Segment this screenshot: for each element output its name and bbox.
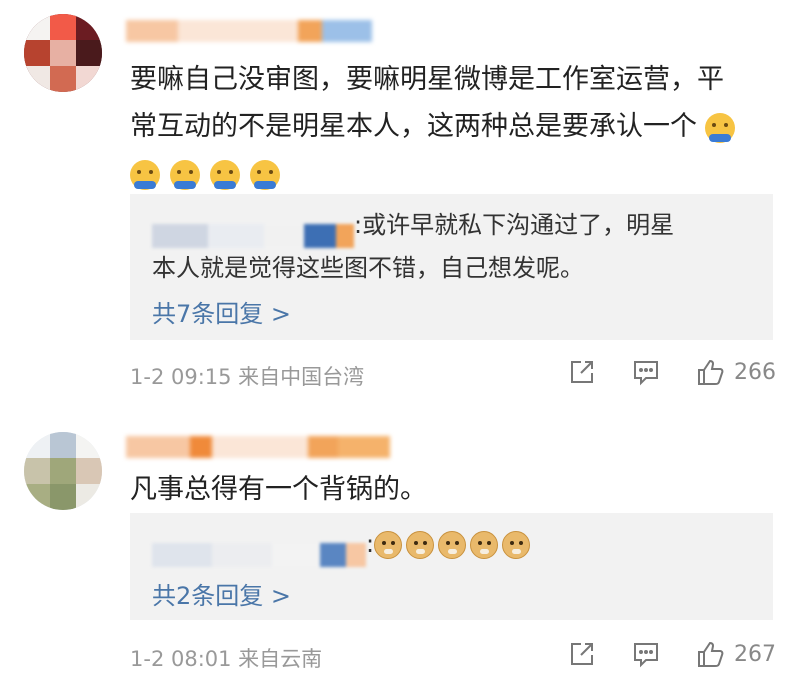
username-masked[interactable] bbox=[126, 436, 390, 458]
like-icon bbox=[698, 641, 724, 667]
share-button[interactable] bbox=[568, 640, 596, 668]
doge-emoji bbox=[502, 531, 531, 559]
comment-text: 凡事总得有一个背锅的。 bbox=[130, 474, 427, 505]
doge-emoji bbox=[438, 531, 467, 559]
like-button[interactable]: 267 bbox=[696, 639, 776, 669]
like-count: 267 bbox=[734, 641, 776, 667]
reply-text: : bbox=[152, 523, 762, 567]
doge-emoji bbox=[470, 531, 499, 559]
reply-username-masked[interactable] bbox=[152, 533, 366, 567]
doge-emoji bbox=[406, 531, 435, 559]
action-bar: 267 bbox=[532, 638, 776, 670]
comment-button[interactable] bbox=[632, 640, 660, 668]
comment-item: 凡事总得有一个背锅的。 : 共2条回复 > 1-2 08:01 来自云南 267 bbox=[0, 0, 800, 687]
avatar[interactable] bbox=[24, 432, 102, 510]
doge-emoji bbox=[374, 531, 403, 559]
comment-icon bbox=[634, 643, 658, 668]
share-icon bbox=[571, 643, 593, 665]
reply-preview[interactable]: : 共2条回复 > bbox=[130, 513, 773, 620]
more-replies-link[interactable]: 共2条回复 > bbox=[152, 576, 291, 611]
comment-meta: 1-2 08:01 来自云南 bbox=[130, 647, 323, 671]
